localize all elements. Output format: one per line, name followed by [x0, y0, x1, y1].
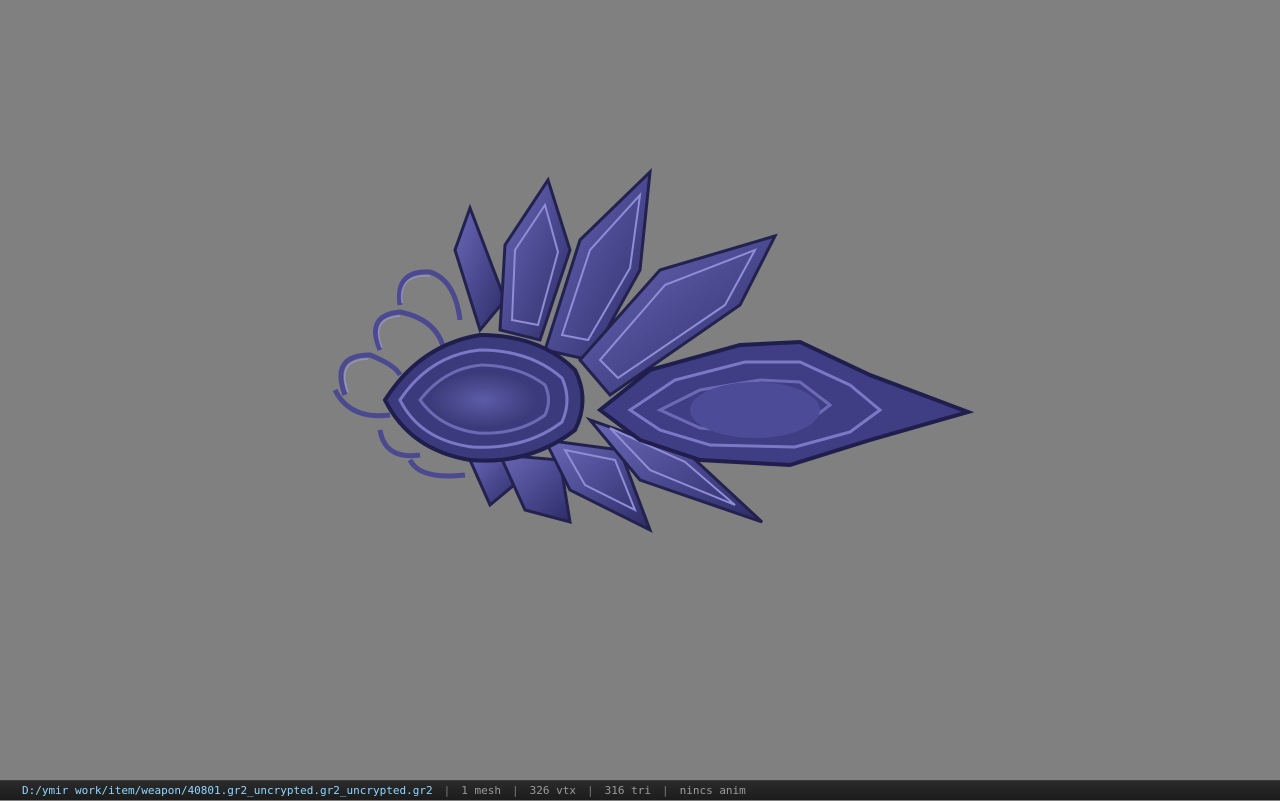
separator: |	[443, 784, 451, 797]
weapon-model-render	[332, 168, 975, 534]
center-disc	[382, 332, 585, 463]
vertex-count: 326 vtx	[529, 784, 576, 797]
anim-info: nincs anim	[679, 784, 746, 797]
status-bar: D:/ymir work/item/weapon/40801.gr2_uncry…	[0, 780, 1280, 800]
triangle-count: 316 tri	[604, 784, 651, 797]
petal-upper-1	[453, 203, 507, 334]
separator: |	[511, 784, 519, 797]
file-path: D:/ymir work/item/weapon/40801.gr2_uncry…	[22, 784, 433, 797]
3d-viewport[interactable]	[0, 0, 1280, 780]
mesh-count: 1 mesh	[461, 784, 501, 797]
separator: |	[586, 784, 594, 797]
separator: |	[661, 784, 669, 797]
